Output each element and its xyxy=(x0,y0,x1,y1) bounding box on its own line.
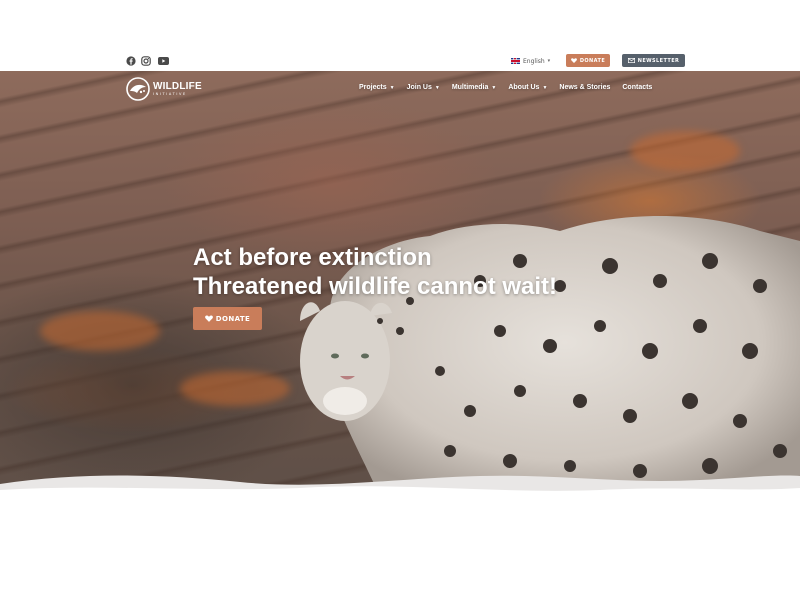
nav-label: News & Stories xyxy=(559,84,611,91)
youtube-icon[interactable] xyxy=(157,55,169,67)
newsletter-button[interactable]: NEWSLETTER xyxy=(622,54,685,67)
logo-subtitle: INITIATIVE xyxy=(153,91,187,96)
language-selector[interactable]: English ▾ xyxy=(511,56,550,66)
heart-icon xyxy=(570,58,577,63)
nav-item-projects[interactable]: Projects ▼ xyxy=(359,84,395,91)
facebook-icon[interactable] xyxy=(125,55,137,67)
nav-item-join-us[interactable]: Join Us ▼ xyxy=(407,84,440,91)
envelope-icon xyxy=(627,58,635,63)
hero-banner: Act before extinction Threatened wildlif… xyxy=(0,71,800,497)
nav-item-contacts[interactable]: Contacts xyxy=(622,84,652,91)
chevron-down-icon: ▼ xyxy=(389,84,395,91)
nav-item-about-us[interactable]: About Us ▼ xyxy=(508,84,547,91)
language-label: English xyxy=(523,57,545,65)
main-navigation: Projects ▼ Join Us ▼ Multimedia ▼ About … xyxy=(359,84,652,91)
nav-label: Multimedia xyxy=(451,84,489,91)
leopard-logo-icon xyxy=(126,77,150,101)
nav-label: About Us xyxy=(508,84,540,91)
nav-item-news-stories[interactable]: News & Stories xyxy=(559,84,610,91)
nav-label: Contacts xyxy=(622,84,653,91)
site-logo[interactable]: WILDLIFE INITIATIVE xyxy=(126,77,202,101)
top-donate-label: DONATE xyxy=(579,57,606,64)
nav-label: Projects xyxy=(359,84,387,91)
chevron-down-icon: ▼ xyxy=(491,84,497,91)
chevron-down-icon: ▼ xyxy=(434,84,440,91)
uk-flag-icon xyxy=(511,58,520,64)
top-donate-button[interactable]: DONATE xyxy=(566,54,610,67)
hero-line-2: Threatened wildlife cannot wait! xyxy=(193,273,558,300)
wave-divider xyxy=(0,475,800,510)
logo-wordmark: WILDLIFE xyxy=(153,80,202,92)
hero-heading: Act before extinction Threatened wildlif… xyxy=(193,243,557,301)
caret-down-icon: ▾ xyxy=(547,58,551,64)
top-bar: English ▾ DONATE NEWSLETTER xyxy=(0,0,800,71)
hero-donate-label: DONATE xyxy=(215,314,251,323)
instagram-icon[interactable] xyxy=(140,55,152,67)
heart-icon xyxy=(204,315,213,322)
chevron-down-icon: ▼ xyxy=(542,84,548,91)
nav-label: Join Us xyxy=(406,84,432,91)
hero-line-1: Act before extinction xyxy=(193,244,432,271)
nav-item-multimedia[interactable]: Multimedia ▼ xyxy=(452,84,497,91)
newsletter-label: NEWSLETTER xyxy=(637,57,680,64)
hero-donate-button[interactable]: DONATE xyxy=(193,307,262,330)
